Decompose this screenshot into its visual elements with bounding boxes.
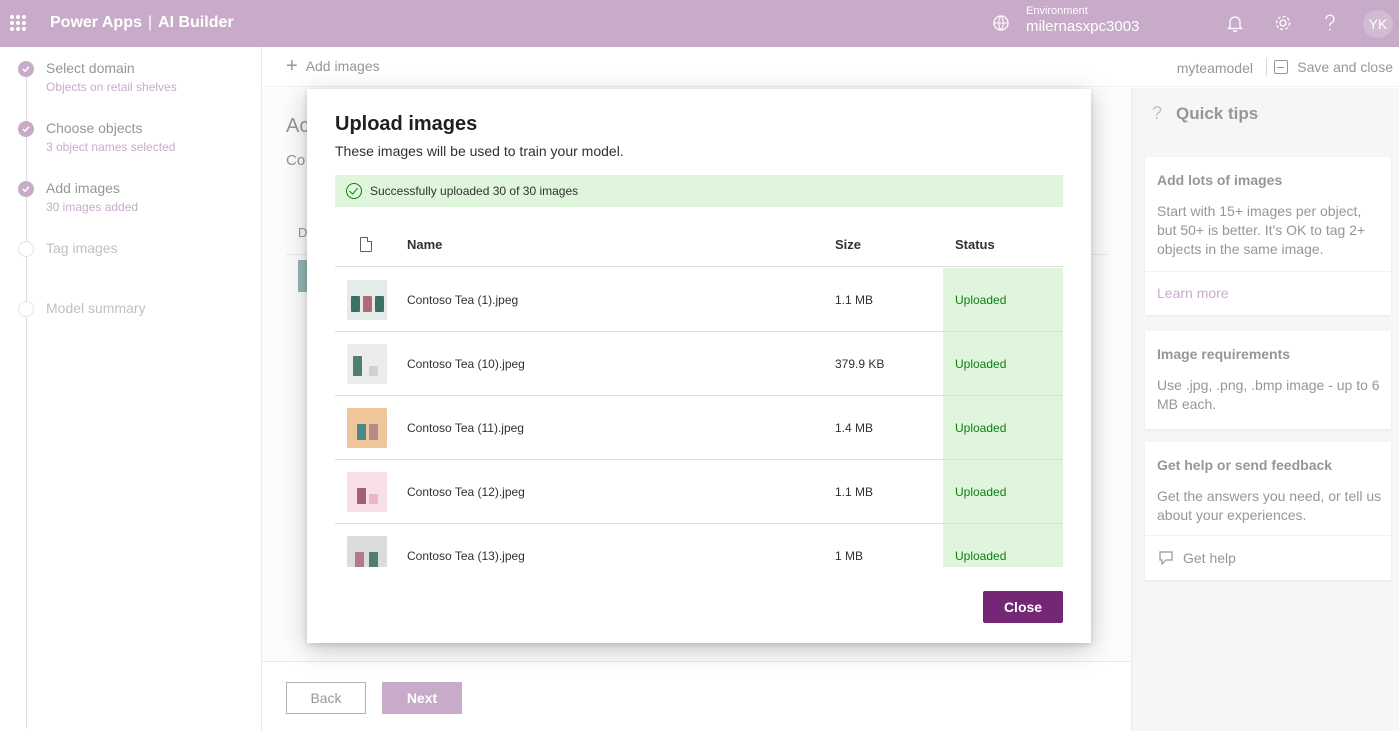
image-thumbnail	[347, 280, 387, 320]
table-row[interactable]: Contoso Tea (13).jpeg 1 MB Uploaded	[335, 524, 1063, 567]
file-icon	[360, 237, 372, 252]
file-name: Contoso Tea (1).jpeg	[407, 293, 519, 307]
table-row[interactable]: Contoso Tea (1).jpeg 1.1 MB Uploaded	[335, 268, 1063, 332]
status-text: Uploaded	[955, 293, 1007, 307]
table-row[interactable]: Contoso Tea (11).jpeg 1.4 MB Uploaded	[335, 396, 1063, 460]
file-size: 379.9 KB	[835, 357, 885, 371]
image-thumbnail	[347, 536, 387, 567]
image-thumbnail	[347, 408, 387, 448]
file-size: 1.1 MB	[835, 293, 874, 307]
file-name: Contoso Tea (10).jpeg	[407, 357, 525, 371]
table-row[interactable]: Contoso Tea (10).jpeg 379.9 KB Uploaded	[335, 332, 1063, 396]
status-text: Uploaded	[955, 549, 1007, 563]
success-check-icon	[346, 183, 362, 199]
dialog-title: Upload images	[335, 113, 478, 135]
success-message-bar: Successfully uploaded 30 of 30 images	[335, 175, 1063, 207]
upload-images-dialog: Upload images These images will be used …	[307, 89, 1091, 643]
status-text: Uploaded	[955, 421, 1007, 435]
status-cell: Uploaded	[943, 524, 1063, 567]
file-name: Contoso Tea (13).jpeg	[407, 549, 525, 563]
table-row[interactable]: Contoso Tea (12).jpeg 1.1 MB Uploaded	[335, 460, 1063, 524]
status-cell: Uploaded	[943, 332, 1063, 395]
status-cell: Uploaded	[943, 396, 1063, 459]
status-cell: Uploaded	[943, 268, 1063, 331]
column-size[interactable]: Size	[835, 237, 861, 252]
dialog-subtitle: These images will be used to train your …	[335, 143, 624, 159]
file-name: Contoso Tea (12).jpeg	[407, 485, 525, 499]
file-name: Contoso Tea (11).jpeg	[407, 421, 524, 435]
table-header: Name Size Status	[335, 224, 1063, 267]
column-name[interactable]: Name	[407, 237, 442, 252]
success-message: Successfully uploaded 30 of 30 images	[370, 184, 579, 198]
file-size: 1.4 MB	[835, 421, 874, 435]
file-size: 1.1 MB	[835, 485, 874, 499]
upload-table: Name Size Status Contoso Tea (1).jpeg 1.…	[335, 224, 1063, 567]
status-cell: Uploaded	[943, 460, 1063, 523]
image-thumbnail	[347, 344, 387, 384]
status-text: Uploaded	[955, 485, 1007, 499]
file-size: 1 MB	[835, 549, 864, 563]
close-button[interactable]: Close	[983, 591, 1063, 623]
image-thumbnail	[347, 472, 387, 512]
column-status[interactable]: Status	[955, 237, 995, 252]
status-text: Uploaded	[955, 357, 1007, 371]
